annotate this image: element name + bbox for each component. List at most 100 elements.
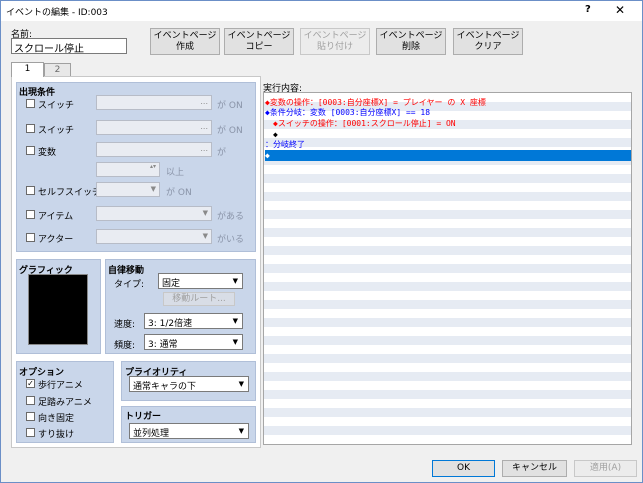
variable-label: 変数 [38,148,57,158]
copy-page-label-1: イベントページ [227,30,291,41]
paste-page-button[interactable]: イベントページ 貼り付け [300,28,370,55]
actor-label: アクター [38,235,74,245]
trigger-value: 並列処理 [133,429,170,439]
chevron-down-icon: ▼ [232,277,238,285]
actor-suffix: がいる [217,235,245,245]
command-text: ：分岐終了 [265,140,305,149]
browse-icon: ... [200,122,208,131]
actor-dropdown[interactable]: ▼ [96,229,212,244]
stepper-icon: ▴▾ [149,163,156,170]
self-switch-dropdown[interactable]: ▼ [96,182,160,197]
help-button[interactable]: ? [585,4,591,15]
clear-page-label-2: クリア [474,41,502,52]
movement-type-value: 固定 [162,279,181,289]
cancel-button[interactable]: キャンセル [502,460,567,477]
variable-value-stepper[interactable]: ▴▾ [96,162,160,177]
item-dropdown[interactable]: ▼ [96,206,212,221]
variable-num-suffix: 以上 [166,168,185,178]
command-line-selected[interactable]: ◆ [265,150,631,161]
speed-dropdown[interactable]: 3: 1/2倍速 ▼ [144,313,243,329]
chevron-down-icon: ▼ [232,338,238,346]
speed-label: 速度: [114,320,136,330]
conditions-title: 出現条件 [19,88,56,98]
paste-page-label-2: 貼り付け [316,41,353,52]
copy-page-button[interactable]: イベントページ コピー [224,28,294,55]
walking-anim-checkbox[interactable]: ✓ [26,379,35,388]
graphic-preview[interactable] [28,274,88,345]
command-text: ◆ [265,151,270,160]
autonomous-title: 自律移動 [108,266,145,276]
item-checkbox[interactable] [26,210,35,219]
priority-dropdown[interactable]: 通常キャラの下 ▼ [129,376,249,392]
switch2-suffix: が ON [217,126,243,136]
speed-value: 3: 1/2倍速 [148,319,193,329]
command-text: ◆変数の操作：[0003:自分座標X] = プレイヤー の X 座標 [265,98,486,107]
self-switch-suffix: が ON [166,188,192,198]
stepping-anim-label: 足踏みアニメ [38,398,92,408]
command-text: ◆スイッチの操作：[0001:スクロール停止] = ON [273,119,456,128]
variable-checkbox[interactable] [26,146,35,155]
switch2-label: スイッチ [38,126,75,136]
command-line[interactable]: ◆スイッチの操作：[0001:スクロール停止] = ON [265,118,631,129]
event-commands-list[interactable]: ◆変数の操作：[0003:自分座標X] = プレイヤー の X 座標 ◆条件分岐… [263,92,632,445]
frequency-label: 頻度: [114,341,136,351]
ok-button[interactable]: OK [432,460,495,477]
switch1-checkbox[interactable] [26,99,35,108]
switch2-checkbox[interactable] [26,124,35,133]
switch2-field[interactable]: ... [96,120,212,135]
command-text: ◆条件分岐：変数 [0003:自分座標X] == 18 [265,108,431,117]
chevron-down-icon: ▼ [202,209,208,217]
trigger-title: トリガー [125,412,162,422]
frequency-value: 3: 通常 [148,340,178,350]
frequency-dropdown[interactable]: 3: 通常 ▼ [144,334,243,350]
through-checkbox[interactable] [26,428,35,437]
switch1-field[interactable]: ... [96,95,212,110]
browse-icon: ... [200,144,208,153]
priority-value: 通常キャラの下 [133,382,197,392]
variable-suffix: が [217,148,227,158]
movement-type-dropdown[interactable]: 固定 ▼ [158,273,243,289]
direction-fix-checkbox[interactable] [26,412,35,421]
paste-page-label-1: イベントページ [303,30,367,41]
movement-route-button[interactable]: 移動ルート... [163,292,235,306]
variable-field[interactable]: ... [96,142,212,157]
command-line[interactable]: ：分岐終了 [265,139,631,150]
type-label: タイプ: [114,280,145,290]
delete-page-label-1: イベントページ [379,30,443,41]
copy-page-label-2: コピー [245,41,273,52]
chevron-down-icon: ▼ [150,185,156,193]
create-page-label-2: 作成 [175,41,194,52]
options-title: オプション [19,368,65,378]
chevron-down-icon: ▼ [232,317,238,325]
item-suffix: がある [217,212,245,222]
stepping-anim-checkbox[interactable] [26,396,35,405]
browse-icon: ... [200,97,208,106]
walking-anim-label: 歩行アニメ [38,381,83,391]
trigger-dropdown[interactable]: 並列処理 ▼ [129,423,249,439]
clear-page-label-1: イベントページ [456,30,520,41]
tab-page-1[interactable]: 1 [11,62,44,77]
delete-page-label-2: 削除 [401,41,420,52]
chevron-down-icon: ▼ [238,427,244,435]
command-line[interactable]: ◆条件分岐：変数 [0003:自分座標X] == 18 [265,107,631,118]
actor-checkbox[interactable] [26,233,35,242]
direction-fix-label: 向き固定 [38,414,75,424]
command-text: ◆ [273,130,278,139]
switch1-suffix: が ON [217,101,243,111]
window-title: イベントの編集 - ID:003 [6,8,108,18]
delete-page-button[interactable]: イベントページ 削除 [376,28,446,55]
through-label: すり抜け [38,430,75,440]
clear-page-button[interactable]: イベントページ クリア [453,28,523,55]
create-page-button[interactable]: イベントページ 作成 [150,28,220,55]
self-switch-checkbox[interactable] [26,186,35,195]
close-button[interactable]: ✕ [615,3,625,17]
title-bar: イベントの編集 - ID:003 ? ✕ [1,1,642,21]
tab-page-2[interactable]: 2 [44,63,71,77]
chevron-down-icon: ▼ [238,380,244,388]
event-editor-window: イベントの編集 - ID:003 ? ✕ 名前: スクロール停止 イベントページ… [0,0,643,483]
chevron-down-icon: ▼ [202,232,208,240]
name-input[interactable]: スクロール停止 [11,38,127,55]
apply-button[interactable]: 適用(A) [574,460,637,477]
self-switch-label: セルフスイッチ [38,188,102,198]
item-label: アイテム [38,212,74,222]
